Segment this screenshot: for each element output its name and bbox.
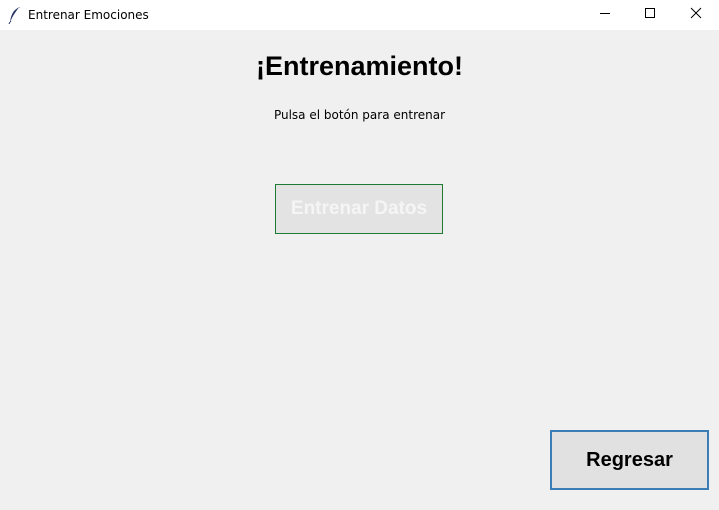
title-bar[interactable]: Entrenar Emociones xyxy=(0,0,719,30)
page-title: ¡Entrenamiento! xyxy=(255,51,463,81)
minimize-button[interactable] xyxy=(582,0,628,30)
maximize-icon xyxy=(644,6,656,24)
minimize-icon xyxy=(599,6,611,24)
feather-icon xyxy=(8,6,22,25)
back-button[interactable]: Regresar xyxy=(550,430,709,490)
app-window: Entrenar Emociones ¡Entrenamiento! Pulsa… xyxy=(0,0,719,510)
train-data-button[interactable]: Entrenar Datos xyxy=(275,184,443,234)
window-title: Entrenar Emociones xyxy=(28,8,149,22)
instruction-text: Pulsa el botón para entrenar xyxy=(273,108,446,122)
close-icon xyxy=(690,6,702,24)
close-button[interactable] xyxy=(673,0,719,30)
maximize-button[interactable] xyxy=(627,0,673,30)
